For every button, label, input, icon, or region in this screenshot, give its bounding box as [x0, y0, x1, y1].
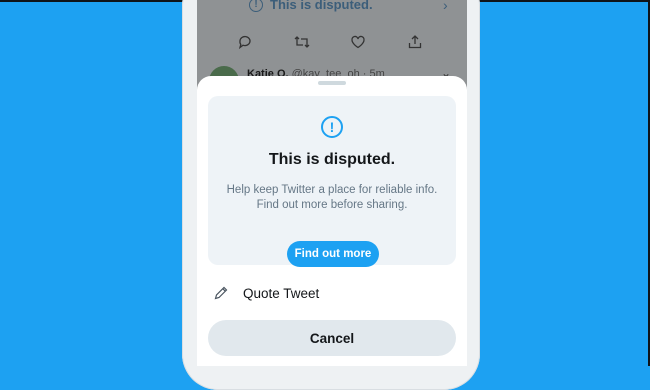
find-out-more-button[interactable]: Find out more — [287, 241, 379, 267]
prompt-title: This is disputed. — [268, 151, 396, 168]
exclamation-circle-icon: ! — [249, 0, 263, 12]
sheet-grabber[interactable] — [318, 81, 346, 85]
like-icon[interactable] — [350, 34, 370, 54]
cancel-button[interactable]: Cancel — [208, 320, 456, 356]
retweet-icon[interactable] — [293, 34, 313, 54]
timeline-feed: ! This is disputed. › Katie O. @kay_tee_… — [197, 0, 467, 96]
chevron-right-icon: › — [443, 0, 448, 13]
share-icon[interactable] — [407, 34, 427, 54]
disputed-prompt-card: ! This is disputed. Help keep Twitter a … — [208, 96, 456, 267]
tweet-actions — [237, 34, 437, 54]
share-bottom-sheet: ! This is disputed. Help keep Twitter a … — [197, 76, 467, 366]
pencil-icon — [214, 286, 228, 300]
prompt-body: Help keep Twitter a place for reliable i… — [226, 184, 438, 211]
quote-tweet-label: Quote Tweet — [243, 285, 320, 301]
exclamation-circle-icon: ! — [321, 116, 343, 138]
disputed-notice-row[interactable]: ! This is disputed. — [249, 0, 373, 12]
disputed-notice-label: This is disputed. — [270, 0, 373, 12]
phone-screen: ! This is disputed. › Katie O. @kay_tee_… — [197, 0, 467, 366]
reply-icon[interactable] — [237, 34, 257, 54]
quote-tweet-option[interactable]: Quote Tweet — [213, 282, 453, 304]
